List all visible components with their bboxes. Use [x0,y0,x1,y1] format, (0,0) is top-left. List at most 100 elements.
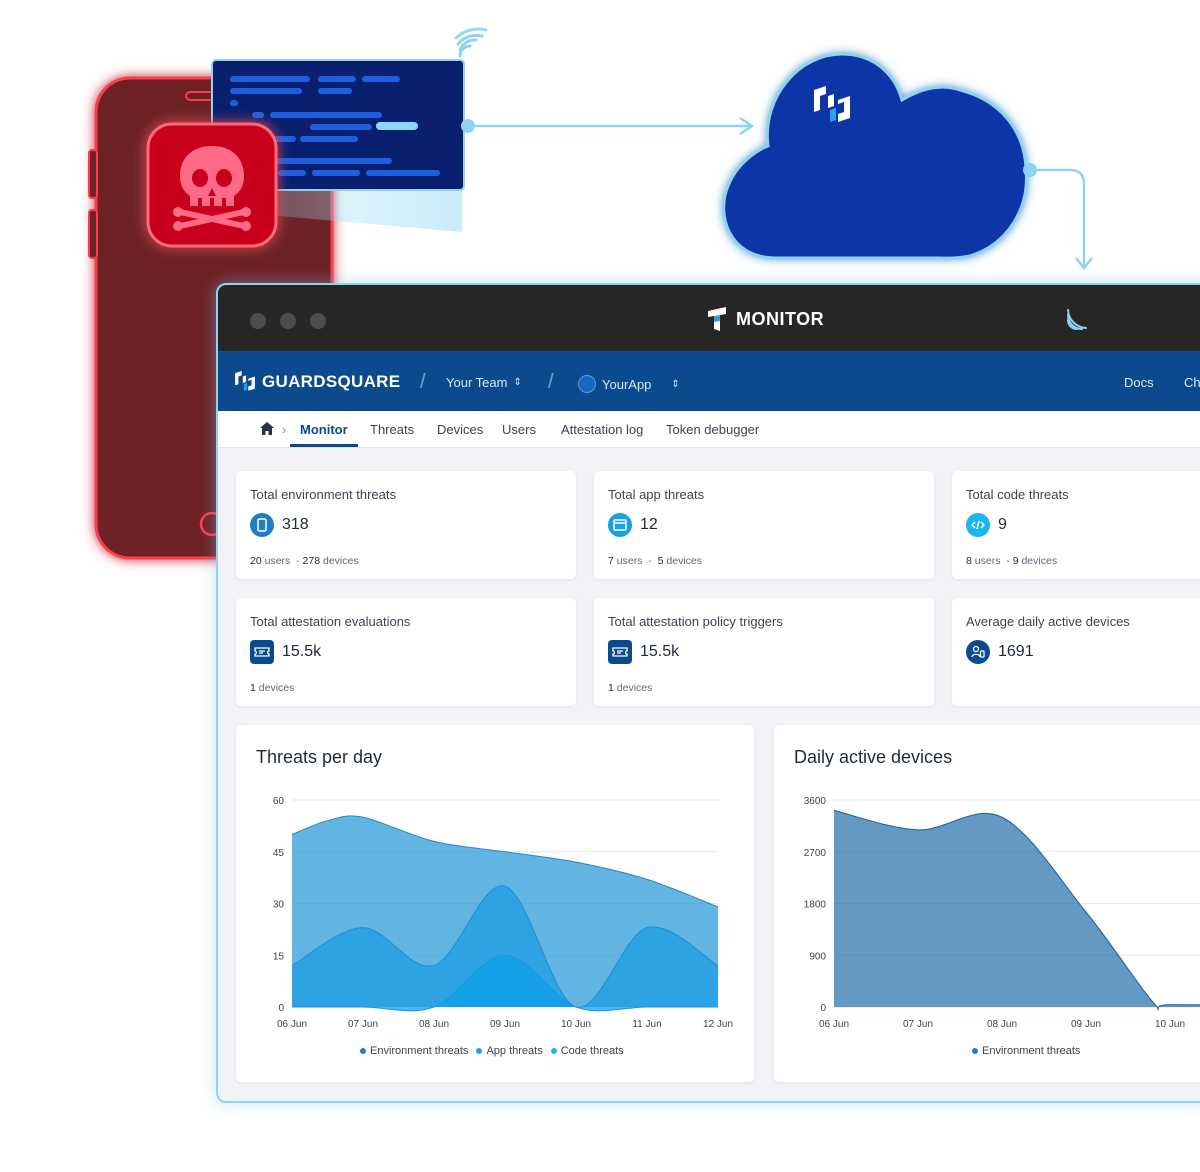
stat-footer: 20 users - 278 devices [250,555,359,567]
chevron-updown-icon: ⇕ [513,377,522,388]
y-tick-label: 2700 [804,848,827,859]
y-tick-label: 30 [273,900,285,911]
app-icon [578,375,596,393]
wifi-signal-icon [454,27,488,58]
app-name: YourApp [602,376,652,392]
home-icon[interactable] [260,422,274,435]
daily-active-devices-chart: 0 900 1800 2700 3600 06 Jun 07 Jun 08 Jun 09 Jun… [804,796,1200,1030]
secondary-nav: › Monitor Threats Devices Users Attestat… [218,411,1200,448]
y-tick-label: 0 [278,1003,284,1014]
window-title: MONITOR [706,306,824,332]
stat-value: 12 [640,516,658,533]
code-icon [966,513,990,537]
app-selector[interactable]: YourApp ⇕ [578,375,680,393]
x-tick-label: 08 Jun [987,1019,1017,1030]
tab-devices[interactable]: Devices [437,422,483,437]
active-tab-indicator [290,444,358,447]
team-name: Your Team [446,375,508,390]
tab-monitor[interactable]: Monitor [300,422,348,437]
y-tick-label: 60 [273,796,285,807]
brand-name: GUARDSQUARE [262,372,401,391]
stat-card-code-threats[interactable]: Total code threats 9 8 users - 9 devices [952,471,1200,579]
stat-title: Total app threats [608,487,705,502]
chart-card-daily-active-devices: Daily active devices 0 900 1800 2700 3600 06 … [774,725,1200,1082]
x-tick-label: 08 Jun [419,1019,449,1030]
stat-value: 1691 [998,643,1034,660]
docs-link[interactable]: Docs [1124,375,1154,390]
y-tick-label: 15 [273,951,285,962]
stat-card-app-threats[interactable]: Total app threats 12 7 users - 5 devices [594,471,934,579]
y-tick-label: 3600 [804,796,827,807]
team-selector[interactable]: Your Team ⇕ [446,375,522,390]
monitor-dashboard-window: MONITOR GUARDSQUARE / Your Team ⇕ / Your… [216,283,1200,1103]
stat-title: Total environment threats [250,487,396,502]
tab-token-debugger[interactable]: Token debugger [666,422,759,437]
legend-item[interactable]: App threats [476,1045,543,1057]
phone-icon [250,513,274,537]
stat-value: 15.5k [640,643,680,660]
x-tick-label: 10 Jun [1155,1019,1185,1030]
window-close-dot[interactable] [250,313,266,329]
stat-footer: 1 devices [250,682,295,694]
legend-item[interactable]: Code threats [550,1045,624,1057]
ticket-icon [250,640,274,664]
window-titlebar: MONITOR [218,285,1200,351]
x-tick-label: 09 Jun [1071,1019,1101,1030]
stat-value: 9 [998,516,1007,533]
x-tick-label: 10 Jun [561,1019,591,1030]
connector-arrow-to-dashboard [1023,163,1093,271]
x-tick-label: 12 Jun [703,1019,733,1030]
stat-title: Total code threats [966,487,1069,502]
legend-item[interactable]: Environment threats [972,1045,1080,1057]
stat-title: Total attestation policy triggers [608,614,783,629]
y-tick-label: 900 [809,951,826,962]
chart-card-threats-per-day: Threats per day 0 15 30 45 60 06 Jun 07 Jun 08 … [236,725,754,1082]
x-tick-label: 07 Jun [348,1019,378,1030]
stat-footer: 1 devices [608,682,653,694]
window-title-text: MONITOR [736,308,825,329]
x-tick-label: 06 Jun [277,1019,307,1030]
chart-legend: Environment threats [972,1045,1080,1057]
tab-users[interactable]: Users [502,422,536,437]
signal-icon [1067,309,1087,330]
stat-card-daily-active-devices[interactable]: Average daily active devices 1691 [952,598,1200,706]
y-tick-label: 0 [820,1003,826,1014]
breadcrumb-separator-icon: / [420,371,426,393]
stat-footer: 7 users - 5 devices [608,555,702,567]
stat-value: 15.5k [282,643,322,660]
stat-title: Total attestation evaluations [250,614,411,629]
skull-icon [146,122,278,248]
stat-card-attestation-evaluations[interactable]: Total attestation evaluations 15.5k 1 de… [236,598,576,706]
chevron-right-icon: › [282,422,287,437]
stat-title: Average daily active devices [966,614,1130,629]
window-maximize-dot[interactable] [310,313,326,329]
legend-item[interactable]: Environment threats [360,1045,468,1057]
window-minimize-dot[interactable] [280,313,296,329]
ticket-icon [608,640,632,664]
chart-legend: Environment threats App threats Code thr… [360,1045,624,1057]
monitor-logo-icon [708,307,726,331]
cloud-icon [722,52,1028,260]
app-header: GUARDSQUARE / Your Team ⇕ / YourApp ⇕ Do… [218,351,1200,411]
y-tick-label: 1800 [804,900,827,911]
stat-footer: 8 users - 9 devices [966,555,1058,567]
threats-per-day-chart: 0 15 30 45 60 06 Jun 07 Jun 08 Jun 09 Jun 10 Jun 1… [273,796,733,1030]
connector-arrow-to-cloud [461,116,755,136]
x-tick-label: 09 Jun [490,1019,520,1030]
x-tick-label: 11 Jun [632,1019,661,1030]
stat-value: 318 [282,516,309,533]
stat-card-attestation-policy-triggers[interactable]: Total attestation policy triggers 15.5k … [594,598,934,706]
tab-attestation-log[interactable]: Attestation log [561,422,643,437]
app-window-icon [608,513,632,537]
series-area [834,810,1200,1010]
x-tick-label: 06 Jun [819,1019,849,1030]
guardsquare-brand[interactable]: GUARDSQUARE [234,371,400,393]
tab-threats[interactable]: Threats [370,422,414,437]
x-tick-label: 07 Jun [903,1019,933,1030]
chevron-updown-icon: ⇕ [671,378,680,390]
user-device-icon [966,640,990,664]
header-link[interactable]: Ch [1184,375,1200,390]
breadcrumb-separator-icon: / [548,371,554,393]
y-tick-label: 45 [273,848,285,859]
stat-card-environment-threats[interactable]: Total environment threats 318 20 users -… [236,471,576,579]
